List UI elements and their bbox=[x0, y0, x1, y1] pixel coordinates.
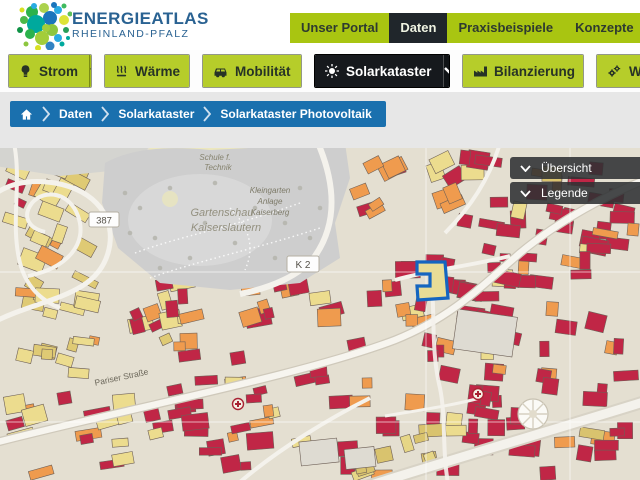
svg-text:K 2: K 2 bbox=[295, 260, 310, 271]
category-label: Solarkataster bbox=[346, 64, 432, 79]
svg-text:387: 387 bbox=[96, 216, 112, 227]
logo-text: ENERGIEATLAS RHEINLAND-PFALZ bbox=[72, 9, 209, 41]
category-button-bilanzierung[interactable]: Bilanzierung bbox=[462, 54, 584, 88]
svg-text:Gartenschau: Gartenschau bbox=[191, 207, 254, 219]
panel-button-label: Übersicht bbox=[541, 161, 592, 175]
svg-text:Schule f.: Schule f. bbox=[199, 153, 230, 162]
heat-icon bbox=[115, 64, 128, 78]
breadcrumb-item-solarkataster-photovoltaik[interactable]: Solarkataster Photovoltaik bbox=[220, 107, 371, 121]
home-icon[interactable] bbox=[20, 108, 33, 121]
map-canvas[interactable]: K 2 387 Schule f. Technik Kleingarten An… bbox=[0, 148, 640, 480]
breadcrumb-separator-icon bbox=[203, 106, 211, 122]
factory-icon bbox=[473, 64, 487, 78]
category-bar: Strom Wärme Mobilität Solarkataster bbox=[0, 50, 640, 92]
sun-icon bbox=[325, 64, 339, 78]
svg-text:Kleingarten: Kleingarten bbox=[250, 186, 291, 195]
header: ENERGIEATLAS RHEINLAND-PFALZ Unser Porta… bbox=[0, 0, 640, 50]
legende-panel-button[interactable]: Legende bbox=[510, 182, 640, 204]
uebersicht-panel-button[interactable]: Übersicht bbox=[510, 157, 640, 179]
nav-item-label: Daten bbox=[400, 20, 436, 35]
breadcrumb-item-daten[interactable]: Daten bbox=[59, 107, 92, 121]
main-nav: Unser Portal Daten Praxisbeispiele Konze… bbox=[290, 13, 640, 43]
gears-icon bbox=[607, 64, 622, 78]
chevron-down-icon[interactable] bbox=[302, 55, 303, 87]
category-button-wasserstoff[interactable]: Wasserstoff bbox=[596, 54, 640, 88]
chevron-down-icon[interactable] bbox=[89, 55, 92, 87]
svg-text:Kaiserslautern: Kaiserslautern bbox=[191, 222, 261, 234]
nav-item-unser-portal[interactable]: Unser Portal bbox=[290, 13, 389, 43]
logo-title: ENERGIEATLAS bbox=[72, 9, 209, 28]
category-label: Wärme bbox=[135, 64, 180, 79]
panel-button-label: Legende bbox=[541, 186, 588, 200]
chevron-down-icon bbox=[520, 190, 531, 197]
nav-item-daten[interactable]: Daten bbox=[389, 13, 447, 43]
chevron-down-icon[interactable] bbox=[443, 55, 450, 87]
category-button-mobilitaet[interactable]: Mobilität bbox=[202, 54, 302, 88]
category-label: Wasserstoff bbox=[629, 64, 640, 79]
breadcrumb-separator-icon bbox=[42, 106, 50, 122]
breadcrumb-separator-icon bbox=[101, 106, 109, 122]
svg-text:Kaiserberg: Kaiserberg bbox=[251, 208, 290, 217]
lightbulb-icon bbox=[19, 64, 32, 78]
park-clearing bbox=[162, 191, 178, 207]
svg-text:Anlage: Anlage bbox=[257, 197, 283, 206]
road-badge-k2: K 2 bbox=[287, 256, 319, 272]
nav-item-praxisbeispiele[interactable]: Praxisbeispiele bbox=[447, 13, 564, 43]
category-button-solarkataster[interactable]: Solarkataster bbox=[314, 54, 450, 88]
category-button-strom[interactable]: Strom bbox=[8, 54, 92, 88]
category-label: Bilanzierung bbox=[494, 64, 575, 79]
logo-subtitle: RHEINLAND-PFALZ bbox=[72, 28, 209, 41]
breadcrumb: Daten Solarkataster Solarkataster Photov… bbox=[10, 101, 386, 127]
chevron-down-icon bbox=[520, 165, 531, 172]
category-label: Strom bbox=[39, 64, 78, 79]
energieatlas-page: ENERGIEATLAS RHEINLAND-PFALZ Unser Porta… bbox=[0, 0, 640, 480]
breadcrumb-zone: Daten Solarkataster Solarkataster Photov… bbox=[0, 92, 640, 148]
pharmacy-marker-icon bbox=[233, 399, 244, 410]
energieatlas-logo-icon bbox=[6, 0, 72, 50]
plaza-circle bbox=[518, 399, 548, 429]
road-badge-387: 387 bbox=[89, 212, 119, 227]
category-label: Mobilität bbox=[235, 64, 291, 79]
pharmacy-marker-icon bbox=[473, 389, 484, 400]
svg-text:Technik: Technik bbox=[204, 163, 232, 172]
nav-item-konzepte[interactable]: Konzepte bbox=[564, 13, 640, 43]
category-button-waerme[interactable]: Wärme bbox=[104, 54, 190, 88]
car-icon bbox=[213, 64, 228, 78]
breadcrumb-item-solarkataster[interactable]: Solarkataster bbox=[118, 107, 194, 121]
